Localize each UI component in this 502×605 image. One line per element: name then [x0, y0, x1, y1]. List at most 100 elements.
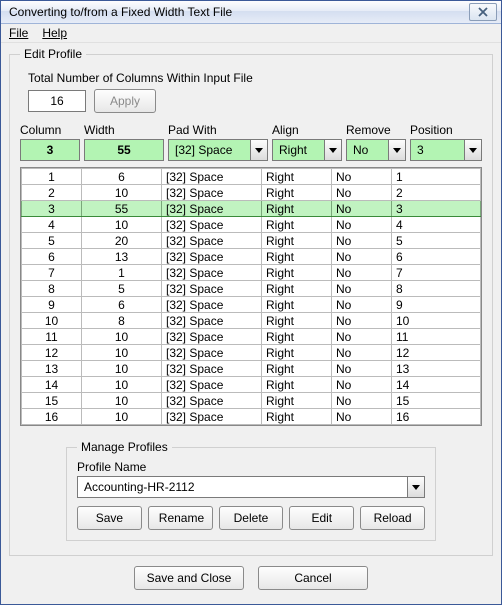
table-cell: 10 — [22, 313, 82, 329]
table-cell: No — [332, 169, 392, 185]
close-icon — [478, 7, 488, 17]
table-row[interactable]: 71[32] SpaceRightNo7 — [22, 265, 481, 281]
menu-file[interactable]: File — [9, 26, 28, 40]
edit-profile-legend: Edit Profile — [20, 47, 86, 61]
manage-profiles-legend: Manage Profiles — [77, 440, 172, 454]
table-cell: [32] Space — [162, 281, 262, 297]
dialog-window: Converting to/from a Fixed Width Text Fi… — [0, 0, 502, 605]
table-cell: Right — [262, 233, 332, 249]
table-cell: No — [332, 297, 392, 313]
table-cell: No — [332, 185, 392, 201]
menubar: File Help — [1, 24, 501, 43]
table-cell: [32] Space — [162, 185, 262, 201]
table-cell: 6 — [392, 249, 481, 265]
chevron-down-icon — [324, 140, 341, 160]
table-cell: 13 — [392, 361, 481, 377]
table-row[interactable]: 16[32] SpaceRightNo1 — [22, 169, 481, 185]
table-cell: 4 — [392, 217, 481, 233]
table-cell: Right — [262, 377, 332, 393]
header-column-label: Column — [20, 123, 80, 137]
table-cell: 9 — [22, 297, 82, 313]
table-cell: [32] Space — [162, 313, 262, 329]
table-cell: 12 — [22, 345, 82, 361]
table-cell: No — [332, 345, 392, 361]
table-cell: 11 — [22, 329, 82, 345]
current-align-select[interactable]: Right — [272, 139, 342, 161]
table-row[interactable]: 520[32] SpaceRightNo5 — [22, 233, 481, 249]
rename-button[interactable]: Rename — [148, 506, 213, 530]
save-and-close-button[interactable]: Save and Close — [134, 566, 244, 590]
table-cell: 12 — [392, 345, 481, 361]
total-columns-input[interactable]: 16 — [28, 90, 86, 112]
close-button[interactable] — [469, 3, 497, 21]
table-cell: 10 — [82, 361, 162, 377]
current-align-value: Right — [279, 143, 307, 157]
table-cell: No — [332, 329, 392, 345]
table-row[interactable]: 85[32] SpaceRightNo8 — [22, 281, 481, 297]
table-cell: 10 — [82, 409, 162, 425]
current-remove-value: No — [353, 143, 368, 157]
header-width-label: Width — [84, 123, 164, 137]
table-cell: No — [332, 249, 392, 265]
table-cell: 2 — [22, 185, 82, 201]
edit-button[interactable]: Edit — [289, 506, 354, 530]
current-remove-select[interactable]: No — [346, 139, 406, 161]
table-cell: 1 — [22, 169, 82, 185]
table-cell: Right — [262, 265, 332, 281]
table-cell: Right — [262, 313, 332, 329]
table-cell: 14 — [22, 377, 82, 393]
reload-button[interactable]: Reload — [360, 506, 425, 530]
table-row[interactable]: 355[32] SpaceRightNo3 — [22, 201, 481, 217]
delete-button[interactable]: Delete — [219, 506, 284, 530]
profile-name-select[interactable]: Accounting-HR-2112 — [77, 476, 425, 498]
table-cell: 5 — [392, 233, 481, 249]
chevron-down-icon — [250, 140, 267, 160]
table-row[interactable]: 1310[32] SpaceRightNo13 — [22, 361, 481, 377]
header-align-label: Align — [272, 123, 342, 137]
table-row[interactable]: 210[32] SpaceRightNo2 — [22, 185, 481, 201]
table-cell: No — [332, 377, 392, 393]
table-row[interactable]: 96[32] SpaceRightNo9 — [22, 297, 481, 313]
current-column-input[interactable]: 3 — [20, 139, 80, 161]
table-cell: 6 — [82, 297, 162, 313]
table-cell: [32] Space — [162, 297, 262, 313]
table-cell: 10 — [82, 345, 162, 361]
table-cell: Right — [262, 201, 332, 217]
table-row[interactable]: 1610[32] SpaceRightNo16 — [22, 409, 481, 425]
table-cell: 8 — [22, 281, 82, 297]
dialog-bottom-buttons: Save and Close Cancel — [9, 556, 493, 594]
current-width-input[interactable]: 55 — [84, 139, 164, 161]
table-cell: 7 — [22, 265, 82, 281]
save-button[interactable]: Save — [77, 506, 142, 530]
columns-table[interactable]: 16[32] SpaceRightNo1210[32] SpaceRightNo… — [21, 168, 481, 425]
table-row[interactable]: 613[32] SpaceRightNo6 — [22, 249, 481, 265]
table-cell: 1 — [392, 169, 481, 185]
current-position-value: 3 — [417, 143, 424, 157]
current-position-select[interactable]: 3 — [410, 139, 482, 161]
table-cell: No — [332, 265, 392, 281]
table-cell: 6 — [82, 169, 162, 185]
table-cell: Right — [262, 393, 332, 409]
table-cell: No — [332, 361, 392, 377]
table-cell: 14 — [392, 377, 481, 393]
table-row[interactable]: 108[32] SpaceRightNo10 — [22, 313, 481, 329]
table-cell: 13 — [82, 249, 162, 265]
table-row[interactable]: 1410[32] SpaceRightNo14 — [22, 377, 481, 393]
apply-button[interactable]: Apply — [94, 89, 156, 113]
table-cell: Right — [262, 185, 332, 201]
table-row[interactable]: 1210[32] SpaceRightNo12 — [22, 345, 481, 361]
menu-help[interactable]: Help — [42, 26, 67, 40]
table-row[interactable]: 1110[32] SpaceRightNo11 — [22, 329, 481, 345]
table-row[interactable]: 410[32] SpaceRightNo4 — [22, 217, 481, 233]
table-cell: [32] Space — [162, 361, 262, 377]
cancel-button[interactable]: Cancel — [258, 566, 368, 590]
table-cell: Right — [262, 329, 332, 345]
table-cell: 5 — [22, 233, 82, 249]
dialog-body: Edit Profile Total Number of Columns Wit… — [1, 43, 501, 604]
table-row[interactable]: 1510[32] SpaceRightNo15 — [22, 393, 481, 409]
table-cell: 7 — [392, 265, 481, 281]
current-padwith-select[interactable]: [32] Space — [168, 139, 268, 161]
table-cell: 55 — [82, 201, 162, 217]
total-columns-row: Total Number of Columns Within Input Fil… — [28, 71, 482, 113]
edit-profile-group: Edit Profile Total Number of Columns Wit… — [9, 47, 493, 556]
